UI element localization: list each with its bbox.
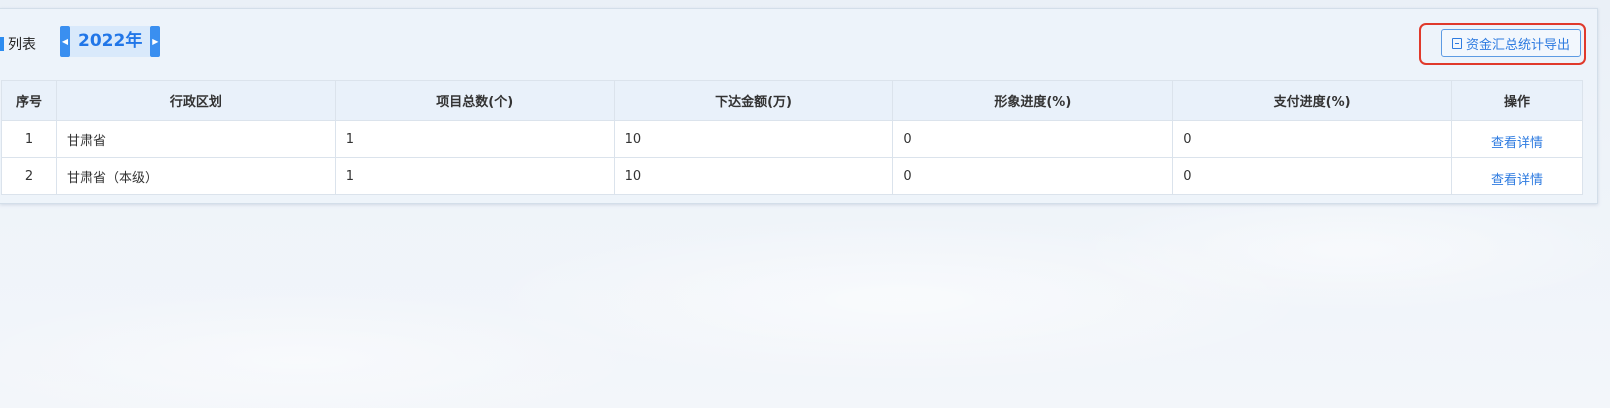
cell-image-progress: 0 [892, 157, 1174, 195]
column-header: 操作 [1451, 80, 1583, 121]
caret-left-icon: ◀ [61, 37, 69, 46]
summary-table: 序号 行政区划 项目总数(个) 下达金额(万) 形象进度(%) 支付进度(%) … [1, 80, 1583, 195]
table-row: 2 甘肃省（本级） 1 10 0 0 查看详情 [1, 157, 1583, 195]
export-icon [1451, 37, 1462, 49]
list-title-label: 列表 [8, 37, 36, 53]
year-prev-button[interactable]: ◀ [60, 26, 70, 57]
cell-projects: 1 [334, 157, 615, 195]
column-header: 项目总数(个) [334, 80, 615, 121]
cell-amount: 10 [613, 157, 894, 195]
view-details-link[interactable]: 查看详情 [1451, 157, 1583, 195]
table-header-row: 序号 行政区划 项目总数(个) 下达金额(万) 形象进度(%) 支付进度(%) … [1, 80, 1583, 121]
year-label: 2022年 [70, 26, 151, 57]
cell-region: 甘肃省（本级） [55, 157, 336, 195]
year-next-button[interactable]: ▶ [150, 26, 161, 57]
cell-pay-progress: 0 [1172, 157, 1453, 195]
table-row: 1 甘肃省 1 10 0 0 查看详情 [1, 120, 1583, 158]
export-highlight: 资金汇总统计导出 [1419, 23, 1586, 65]
list-title: 列表 [0, 34, 36, 54]
cell-index: 1 [1, 120, 57, 158]
cell-projects: 1 [334, 120, 615, 158]
caret-right-icon: ▶ [152, 37, 159, 46]
cell-region: 甘肃省 [55, 120, 336, 158]
column-header: 形象进度(%) [892, 80, 1174, 121]
year-selector: ◀ 2022年 ▶ [60, 26, 161, 57]
cell-pay-progress: 0 [1172, 120, 1453, 158]
export-button-label: 资金汇总统计导出 [1465, 37, 1570, 53]
cell-image-progress: 0 [892, 120, 1174, 158]
column-header: 行政区划 [55, 80, 336, 121]
view-details-link[interactable]: 查看详情 [1451, 120, 1583, 158]
column-header: 序号 [1, 80, 57, 121]
export-summary-button[interactable]: 资金汇总统计导出 [1441, 29, 1581, 57]
cell-index: 2 [1, 157, 57, 195]
column-header: 下达金额(万) [613, 80, 894, 121]
column-header: 支付进度(%) [1172, 80, 1453, 121]
list-panel: 列表 ◀ 2022年 ▶ 资金汇总统计导出 序号 行政区划 项目总数(个) 下达… [0, 8, 1598, 204]
cell-amount: 10 [613, 120, 894, 158]
title-marker [0, 37, 4, 51]
